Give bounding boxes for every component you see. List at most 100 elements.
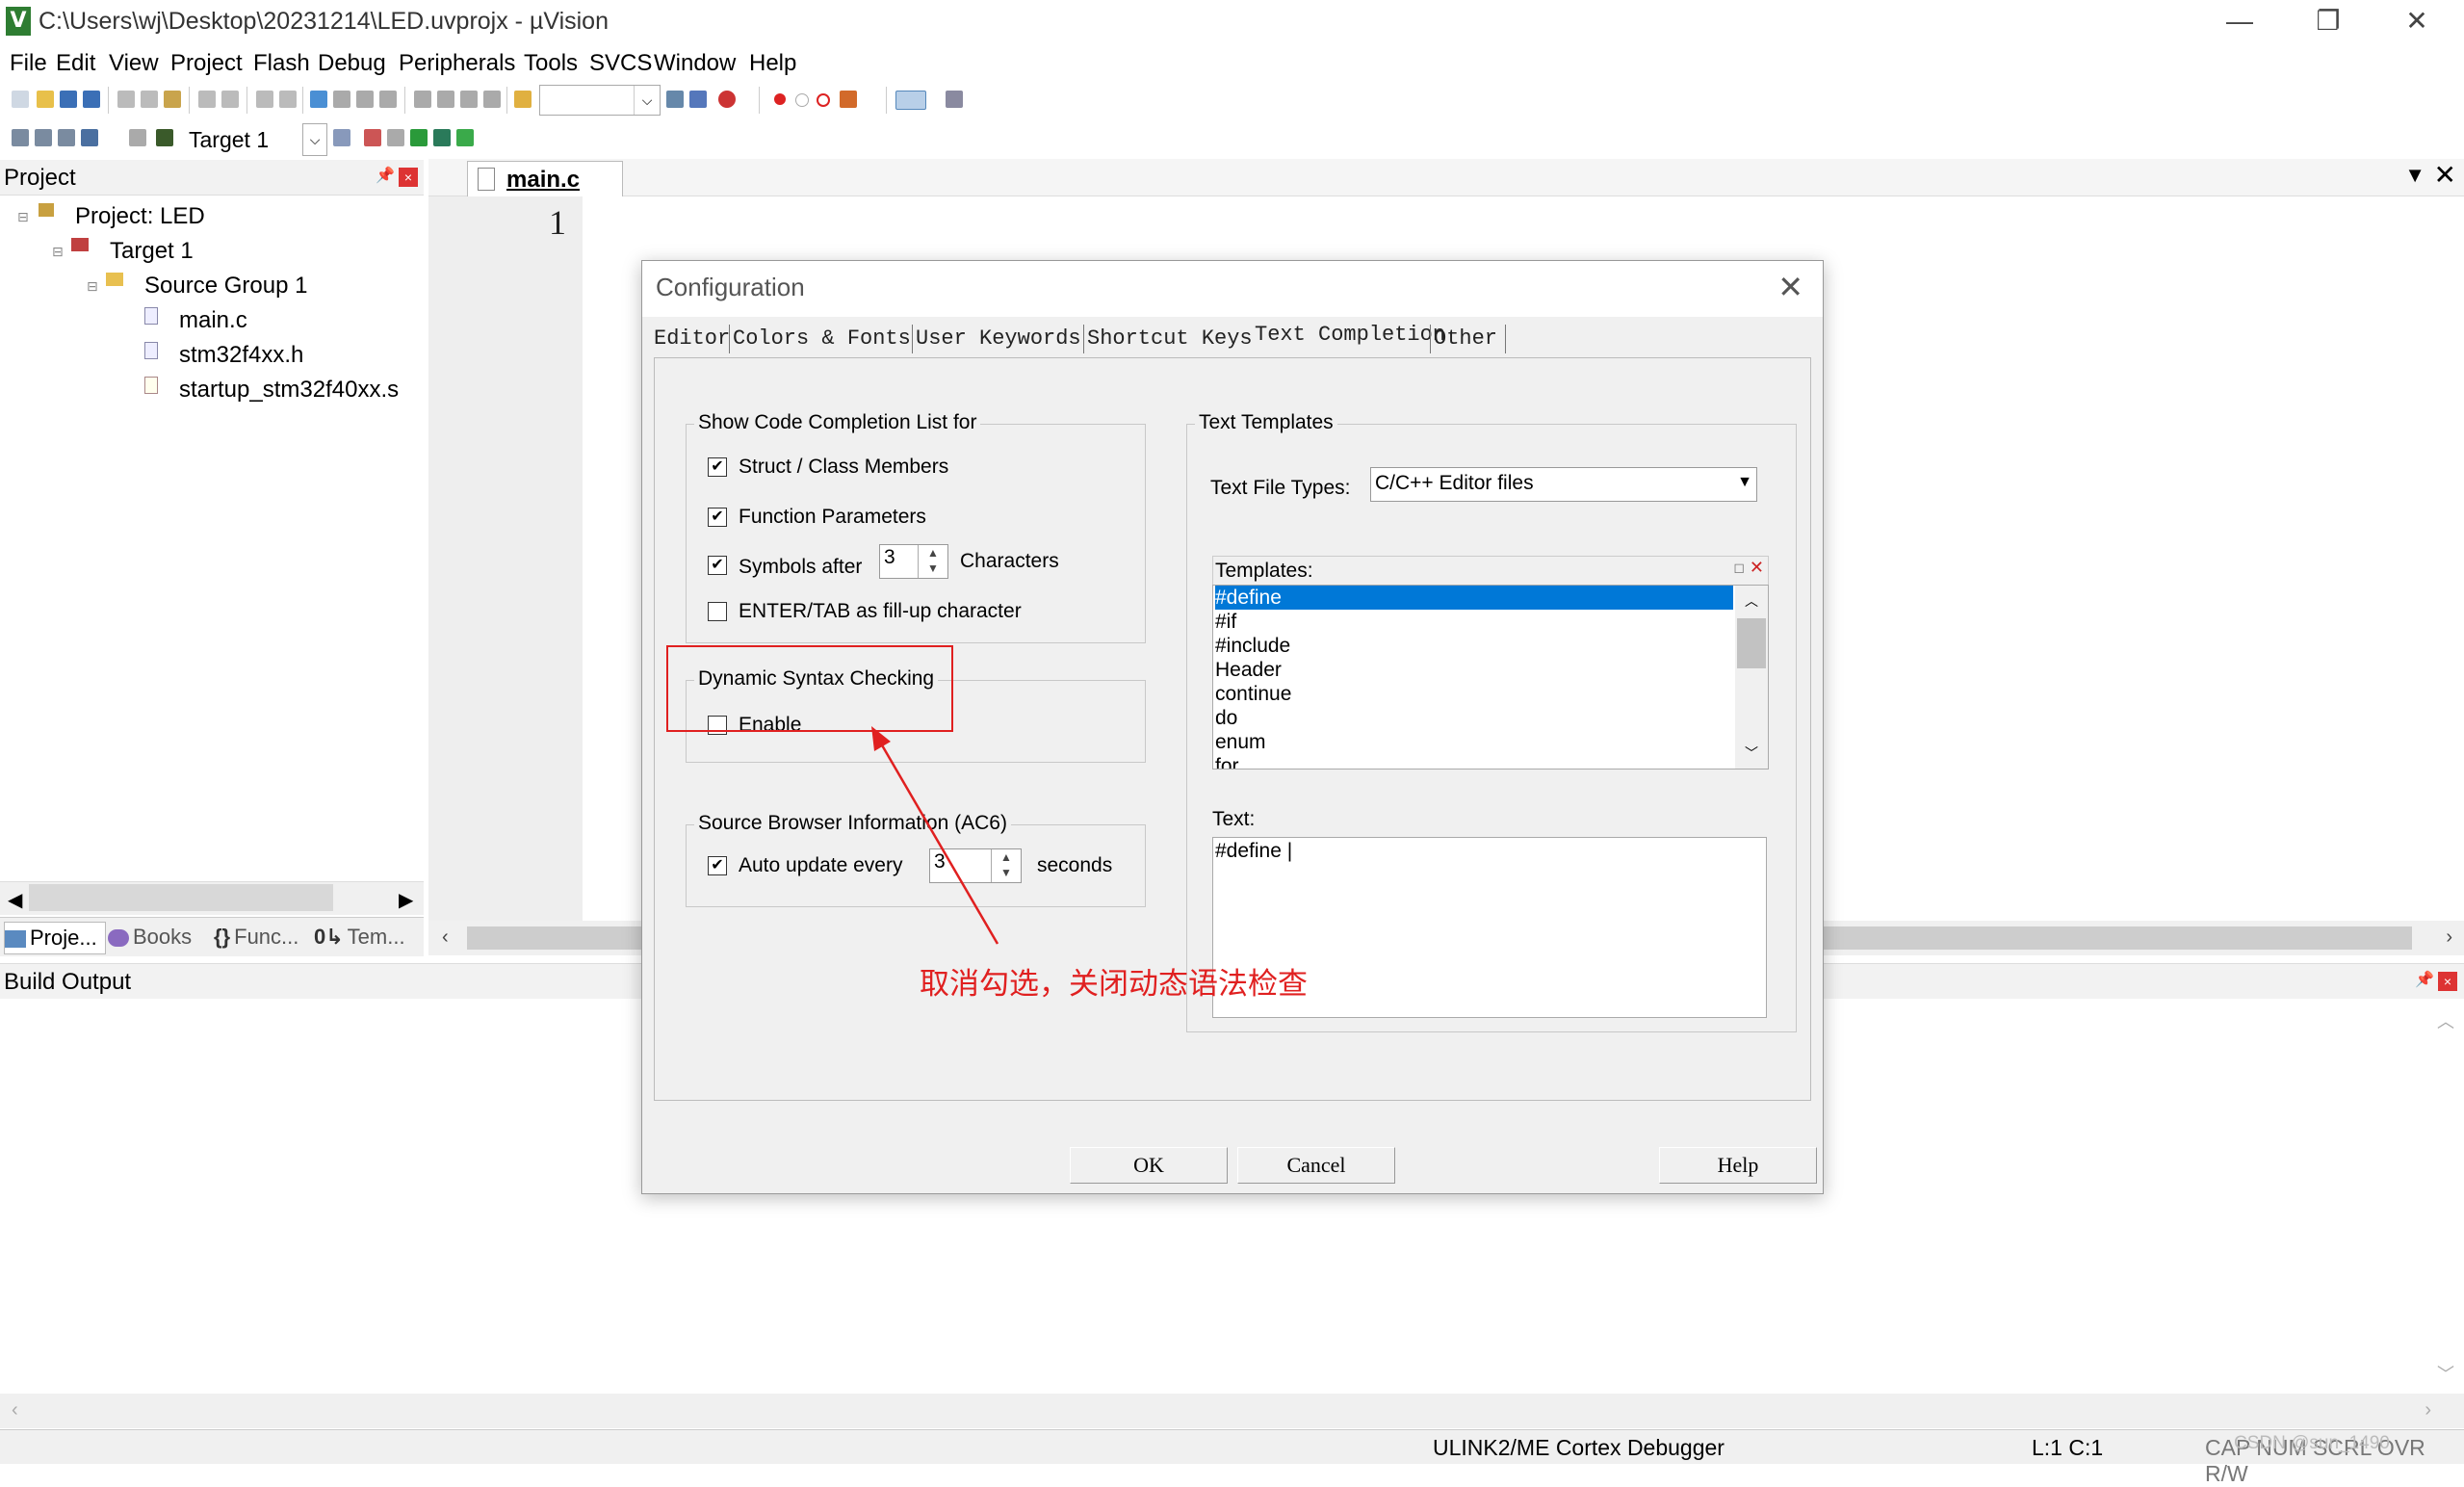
close-panel-icon[interactable]: × — [399, 168, 418, 187]
scroll-down-icon[interactable]: ﹀ — [1745, 744, 1758, 763]
enter-tab-checkbox[interactable] — [708, 602, 727, 621]
scroll-thumb[interactable] — [1737, 618, 1766, 668]
template-item[interactable]: for — [1215, 754, 1239, 769]
scroll-right-icon[interactable]: ▶ — [399, 888, 413, 912]
tab-project[interactable]: Proje... — [4, 922, 106, 954]
cancel-button[interactable]: Cancel — [1237, 1147, 1395, 1184]
kill-all-breakpoints-icon[interactable] — [840, 91, 857, 108]
next-bookmark-icon[interactable] — [356, 91, 374, 108]
new-file-icon[interactable] — [12, 91, 29, 108]
scroll-left-icon[interactable]: ‹ — [12, 1399, 18, 1422]
template-item[interactable]: Header — [1215, 658, 1282, 682]
collapse-icon[interactable]: ⊟ — [52, 244, 69, 261]
chevron-down-icon[interactable]: ⌵ — [302, 123, 327, 156]
template-item[interactable]: #define — [1215, 586, 1733, 610]
cut-icon[interactable] — [117, 91, 135, 108]
save-all-icon[interactable] — [83, 91, 100, 108]
target-options-icon[interactable] — [333, 129, 350, 146]
scroll-up-icon[interactable]: ︿ — [2437, 1008, 2454, 1033]
incremental-find-icon[interactable] — [689, 91, 707, 108]
close-icon[interactable]: ✕ — [1777, 271, 1803, 303]
tab-user-keywords[interactable]: User Keywords — [916, 326, 1081, 351]
collapse-icon[interactable]: ⊟ — [87, 278, 104, 296]
download-icon[interactable] — [156, 129, 173, 146]
menu-project[interactable]: Project — [170, 50, 243, 77]
pin-icon[interactable]: 📌 — [376, 169, 395, 184]
tab-text-completion[interactable]: Text Completion — [1255, 323, 1445, 347]
scroll-thumb[interactable] — [29, 884, 333, 911]
menu-debug[interactable]: Debug — [318, 50, 386, 77]
editor-tab-main-c[interactable]: main.c — [467, 161, 623, 196]
translate-icon[interactable] — [12, 129, 29, 146]
tab-templates[interactable]: 0↳ Tem... — [314, 922, 405, 952]
prev-bookmark-icon[interactable] — [333, 91, 350, 108]
configure-icon[interactable] — [946, 91, 963, 108]
disable-breakpoint-icon[interactable] — [795, 93, 809, 107]
open-file-icon[interactable] — [37, 91, 54, 108]
menu-help[interactable]: Help — [749, 50, 796, 77]
bookmark-icon[interactable] — [310, 91, 327, 108]
project-horizontal-scrollbar[interactable]: ◀ ▶ — [0, 881, 424, 915]
scroll-left-icon[interactable]: ‹ — [442, 926, 449, 949]
paste-icon[interactable] — [164, 91, 181, 108]
template-item[interactable]: continue — [1215, 682, 1291, 706]
target-select[interactable]: Target 1 ⌵ — [183, 123, 327, 156]
menu-tools[interactable]: Tools — [524, 50, 578, 77]
nav-back-icon[interactable] — [256, 91, 273, 108]
tree-project[interactable]: Project: LED — [75, 203, 205, 230]
tree-source-group[interactable]: Source Group 1 — [144, 273, 307, 300]
redo-icon[interactable] — [221, 91, 239, 108]
symbols-after-checkbox[interactable]: ✔ — [708, 556, 727, 575]
function-params-checkbox[interactable]: ✔ — [708, 508, 727, 527]
stop-build-icon[interactable] — [129, 129, 146, 146]
comment-icon[interactable] — [460, 91, 478, 108]
clear-bookmarks-icon[interactable] — [379, 91, 397, 108]
menu-flash[interactable]: Flash — [253, 50, 310, 77]
tab-functions[interactable]: {} Func... — [214, 922, 298, 952]
copy-icon[interactable] — [141, 91, 158, 108]
rebuild-icon[interactable] — [58, 129, 75, 146]
close-tab-icon[interactable]: ✕ — [2434, 159, 2456, 191]
build-icon[interactable] — [35, 129, 52, 146]
menu-edit[interactable]: Edit — [56, 50, 95, 77]
find-icon[interactable] — [666, 91, 684, 108]
find-in-files-icon[interactable] — [514, 91, 532, 108]
scroll-up-icon[interactable]: ︿ — [1745, 591, 1758, 611]
kill-breakpoints-icon[interactable] — [817, 93, 830, 107]
manage-components-icon[interactable] — [364, 129, 381, 146]
template-item[interactable]: #include — [1215, 634, 1290, 658]
tab-shortcut-keys[interactable]: Shortcut Keys — [1087, 326, 1253, 351]
scroll-right-icon[interactable]: › — [2446, 926, 2452, 949]
batch-build-icon[interactable] — [81, 129, 98, 146]
help-button[interactable]: Help — [1659, 1147, 1817, 1184]
pin-icon[interactable]: 📌 — [2415, 973, 2434, 988]
template-item[interactable]: do — [1215, 706, 1237, 730]
window-layout-icon[interactable] — [895, 91, 926, 110]
menu-peripherals[interactable]: Peripherals — [399, 50, 515, 77]
file-types-select[interactable]: C/C++ Editor files ▼ — [1370, 467, 1757, 502]
restore-button[interactable]: ❐ — [2290, 4, 2367, 39]
undo-icon[interactable] — [198, 91, 216, 108]
tab-colors-fonts[interactable]: Colors & Fonts — [733, 326, 911, 351]
auto-update-checkbox[interactable]: ✔ — [708, 856, 727, 875]
ok-button[interactable]: OK — [1070, 1147, 1228, 1184]
file-extensions-icon[interactable] — [387, 129, 404, 146]
struct-members-checkbox[interactable]: ✔ — [708, 457, 727, 477]
minimize-button[interactable]: — — [2201, 4, 2278, 39]
delete-template-icon[interactable]: ✕ — [1750, 558, 1764, 578]
tree-file-startup[interactable]: startup_stm32f40xx.s — [179, 377, 399, 404]
find-combo[interactable]: ⌵ — [539, 85, 661, 116]
build-horizontal-scrollbar[interactable]: ‹ › — [0, 1394, 2464, 1428]
tab-list-dropdown-icon[interactable]: ▼ — [2404, 163, 2425, 188]
tree-file-main-c[interactable]: main.c — [179, 307, 247, 334]
templates-scrollbar[interactable]: ︿ ﹀ — [1735, 586, 1768, 769]
uncomment-icon[interactable] — [483, 91, 501, 108]
template-item[interactable]: #if — [1215, 610, 1236, 634]
tab-editor[interactable]: Editor — [654, 326, 730, 351]
nav-forward-icon[interactable] — [279, 91, 297, 108]
menu-file[interactable]: File — [10, 50, 47, 77]
menu-view[interactable]: View — [109, 50, 159, 77]
scroll-right-icon[interactable]: › — [2425, 1399, 2431, 1422]
collapse-icon[interactable]: ⊟ — [17, 209, 35, 226]
symbols-after-spinner[interactable]: 3 ▲ ▼ — [879, 544, 948, 579]
